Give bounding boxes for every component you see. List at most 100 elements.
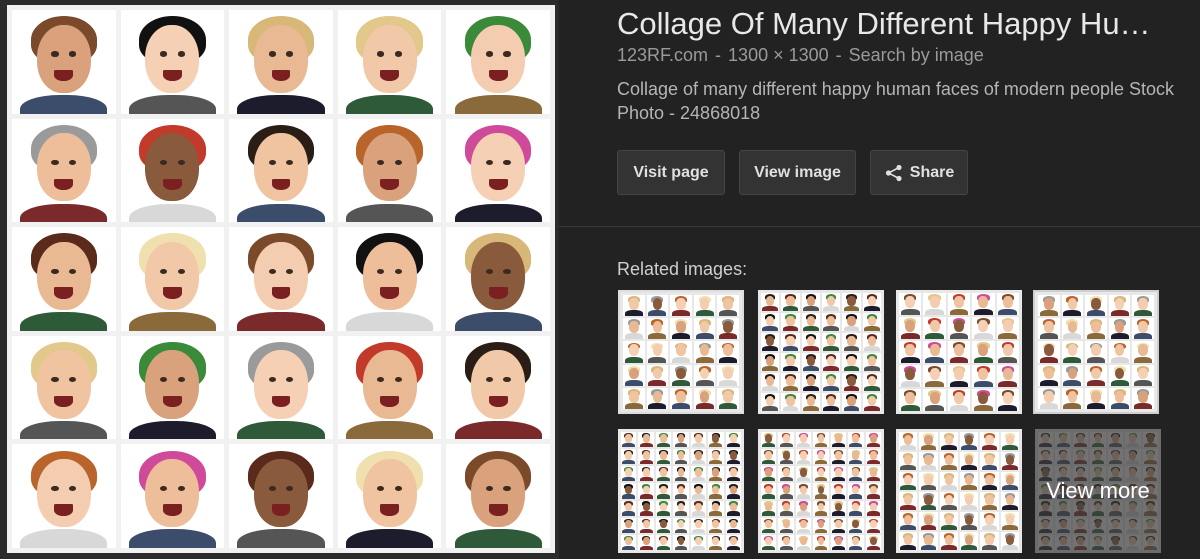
thumbnail-face-body <box>762 325 778 331</box>
thumbnail-face-head <box>723 367 733 380</box>
thumbnail-face-body <box>1086 356 1106 363</box>
thumbnail-face-body <box>762 494 776 499</box>
thumbnail-face <box>725 466 741 482</box>
thumbnail-face <box>693 295 716 317</box>
thumbnail-face <box>690 500 707 516</box>
thumbnail-face <box>830 432 847 448</box>
thumbnail-face <box>919 432 938 450</box>
thumbnail-face-head <box>676 367 686 380</box>
thumbnail-face-head <box>1044 321 1054 333</box>
thumbnail-face-head <box>800 468 807 477</box>
thumbnail-face-head <box>629 390 639 403</box>
thumbnail-face-head <box>924 474 933 485</box>
view-more-button[interactable]: View more <box>1035 429 1161 553</box>
thumbnail-face-head <box>835 536 842 546</box>
related-image-thumbnail[interactable] <box>758 290 884 414</box>
thumbnail-face-body <box>691 494 705 499</box>
face-eye <box>51 485 59 491</box>
thumbnail-face <box>801 373 820 391</box>
thumbnail-face-head <box>786 375 795 386</box>
face-mouth <box>163 178 182 191</box>
face-eye <box>177 268 185 274</box>
thumbnail-face-head <box>699 297 710 310</box>
thumbnail-face-body <box>823 385 839 391</box>
thumbnail-face <box>848 483 864 499</box>
thumbnail-face-head <box>723 321 733 333</box>
view-image-button[interactable]: View image <box>739 150 856 195</box>
thumbnail-face-body <box>622 477 636 482</box>
thumbnail-face <box>813 534 829 550</box>
visit-page-button[interactable]: Visit page <box>617 150 725 195</box>
image-title[interactable]: Collage Of Many Different Happy Hu… <box>617 6 1197 42</box>
face-head <box>36 133 91 202</box>
share-button[interactable]: Share <box>870 150 968 195</box>
thumbnail-face <box>725 517 741 533</box>
thumbnail-face <box>761 534 777 550</box>
face-head <box>145 133 200 202</box>
thumbnail-face <box>865 483 881 499</box>
thumbnail-face <box>623 295 645 317</box>
thumbnail-face-body <box>864 325 880 331</box>
thumbnail-face-body <box>719 356 738 363</box>
thumbnail-face <box>919 512 938 530</box>
thumbnail-face-grid <box>621 432 741 550</box>
thumbnail-face <box>621 483 637 499</box>
related-image-thumbnail[interactable] <box>896 290 1022 414</box>
thumbnail-face-head <box>924 494 933 505</box>
related-image-thumbnail[interactable] <box>1033 290 1159 414</box>
thumbnail-face <box>690 466 707 482</box>
thumbnail-face <box>1108 387 1131 409</box>
thumbnail-face-head <box>867 355 876 366</box>
thumbnail-face-head <box>642 451 650 460</box>
face-mouth <box>488 504 508 516</box>
thumbnail-face-head <box>695 451 702 460</box>
thumbnail-face <box>708 432 724 448</box>
thumbnail-face-body <box>624 333 643 340</box>
thumbnail-face-head <box>712 519 720 529</box>
related-image-thumbnail[interactable] <box>618 429 744 553</box>
thumbnail-face-head <box>712 502 720 512</box>
thumbnail-face <box>725 449 741 465</box>
thumbnail-face-head <box>1005 494 1014 505</box>
collage-face <box>12 227 116 331</box>
thumbnail-face <box>1061 387 1084 409</box>
thumbnail-face <box>717 387 739 409</box>
search-by-image-link[interactable]: Search by image <box>849 45 984 65</box>
face-mouth <box>271 504 291 516</box>
thumbnail-face <box>947 341 971 363</box>
thumbnail-face <box>862 293 881 311</box>
thumbnail-face-head <box>847 295 856 306</box>
thumbnail-face-head <box>806 395 815 406</box>
thumbnail-face <box>761 432 777 448</box>
thumbnail-face <box>919 472 938 490</box>
thumbnail-face-head <box>965 514 974 525</box>
thumbnail-face-body <box>1134 379 1153 386</box>
related-image-thumbnail[interactable] <box>618 290 744 414</box>
face-head <box>145 24 200 93</box>
thumbnail-face-body <box>762 511 776 516</box>
thumbnail-face <box>960 492 979 510</box>
preview-image[interactable] <box>7 5 555 553</box>
thumbnail-face-body <box>814 528 828 533</box>
related-image-thumbnail[interactable] <box>896 429 1022 553</box>
thumbnail-face-head <box>965 454 974 465</box>
thumbnail-face <box>1108 318 1131 340</box>
thumbnail-face <box>899 532 918 550</box>
thumbnail-face <box>670 295 692 317</box>
thumbnail-face <box>980 512 999 530</box>
thumbnail-face-body <box>814 545 828 550</box>
thumbnail-face <box>972 365 995 387</box>
thumbnail-face-body <box>961 524 977 530</box>
related-image-thumbnail[interactable] <box>758 429 884 553</box>
thumbnail-face-body <box>849 442 863 448</box>
view-image-label: View image <box>754 163 841 181</box>
thumbnail-face-body <box>814 460 828 465</box>
thumbnail-face-head <box>782 536 790 546</box>
thumbnail-face <box>693 387 716 409</box>
thumbnail-face-body <box>1039 310 1058 317</box>
thumbnail-face-head <box>835 468 842 477</box>
thumbnail-face <box>939 492 958 510</box>
face-head <box>471 24 526 93</box>
thumbnail-face <box>655 449 672 465</box>
thumbnail-face-body <box>726 545 740 550</box>
